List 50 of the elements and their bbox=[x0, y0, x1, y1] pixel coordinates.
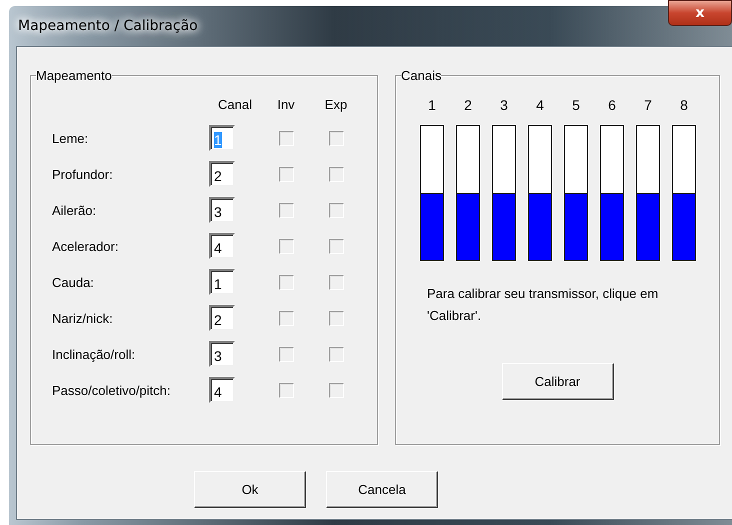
exp-checkbox[interactable] bbox=[328, 130, 344, 146]
channel-field[interactable]: 2 bbox=[209, 305, 235, 331]
row-label: Acelerador: bbox=[52, 238, 118, 254]
inv-checkbox[interactable] bbox=[278, 238, 294, 254]
exp-checkbox[interactable] bbox=[328, 382, 344, 398]
inv-checkbox[interactable] bbox=[278, 166, 294, 182]
exp-checkbox[interactable] bbox=[328, 238, 344, 254]
row-label: Cauda: bbox=[52, 274, 94, 290]
calibration-hint: Para calibrar seu transmissor, clique em 'Calibrar'. bbox=[427, 285, 659, 325]
inv-checkbox[interactable] bbox=[278, 202, 294, 218]
channel-field[interactable]: 4 bbox=[209, 377, 235, 403]
channel-number: 5 bbox=[572, 97, 580, 113]
row-label: Profundor: bbox=[52, 166, 113, 182]
channel-field[interactable]: 4 bbox=[209, 233, 235, 259]
column-header: Inv bbox=[277, 97, 295, 113]
row-label: Nariz/nick: bbox=[52, 310, 113, 326]
inv-checkbox[interactable] bbox=[278, 382, 294, 398]
dialog-button[interactable]: Cancela bbox=[326, 471, 438, 508]
column-header: Canal bbox=[218, 97, 252, 113]
inv-checkbox[interactable] bbox=[278, 130, 294, 146]
channel-number: 3 bbox=[500, 97, 508, 113]
channel-number: 8 bbox=[680, 97, 688, 113]
channel-field[interactable]: 3 bbox=[209, 341, 235, 367]
inv-checkbox[interactable] bbox=[278, 346, 294, 362]
channel-number: 7 bbox=[644, 97, 652, 113]
exp-checkbox[interactable] bbox=[328, 310, 344, 326]
exp-checkbox[interactable] bbox=[328, 166, 344, 182]
column-header: Exp bbox=[324, 97, 348, 113]
channel-field[interactable]: 1 bbox=[209, 269, 235, 295]
channel-number: 2 bbox=[464, 97, 472, 113]
inv-checkbox[interactable] bbox=[278, 310, 294, 326]
channel-field[interactable]: 3 bbox=[209, 197, 235, 223]
channel-field[interactable]: 2 bbox=[209, 161, 235, 187]
close-button[interactable]: x bbox=[668, 0, 732, 26]
channel-number: 6 bbox=[608, 97, 616, 113]
window-title: Mapeamento / Calibração bbox=[18, 18, 198, 34]
row-label: Passo/coletivo/pitch: bbox=[52, 382, 171, 398]
exp-checkbox[interactable] bbox=[328, 202, 344, 218]
inv-checkbox[interactable] bbox=[278, 274, 294, 290]
channel-number: 4 bbox=[536, 97, 544, 113]
dialog-button[interactable]: Ok bbox=[194, 471, 306, 508]
group-title: Canais bbox=[401, 68, 442, 83]
calibrate-button[interactable]: Calibrar bbox=[502, 363, 614, 400]
exp-checkbox[interactable] bbox=[328, 274, 344, 290]
row-label: Ailerão: bbox=[52, 202, 96, 218]
row-label: Inclinação/roll: bbox=[52, 346, 136, 362]
channel-number: 1 bbox=[428, 97, 436, 113]
row-label: Leme: bbox=[52, 130, 88, 146]
exp-checkbox[interactable] bbox=[328, 346, 344, 362]
group-title: Mapeamento bbox=[36, 68, 112, 83]
